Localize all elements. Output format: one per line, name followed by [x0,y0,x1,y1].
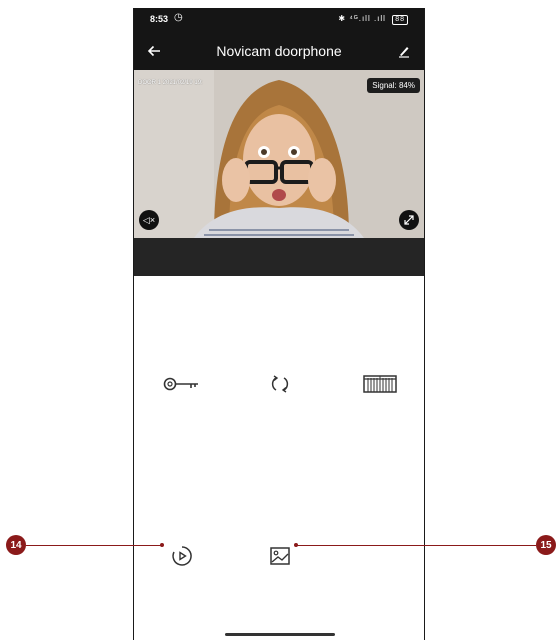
signal-indicators: ✱ ⁴ᴳ.ıll .ıll [338,14,386,23]
video-feed[interactable]: DOOR 1 2021/02/19 19: Signal: 84% ◁× [134,70,424,238]
video-toolbar [134,238,424,276]
back-button[interactable] [140,37,168,65]
mute-button[interactable]: ◁× [139,210,159,230]
callout-15-badge: 15 [536,535,556,555]
callout-14-line [26,545,161,546]
battery-icon: 88 [392,15,408,25]
gallery-button[interactable] [255,536,305,576]
key-icon [163,377,198,391]
callout-15-dot [294,543,298,547]
refresh-icon [271,375,289,393]
video-timestamp: DOOR 1 2021/02/19 19: [138,80,203,86]
switch-camera-button[interactable] [255,364,305,404]
alarm-icon: ◷ [174,12,183,23]
callout-14-badge: 14 [6,535,26,555]
page-title: Novicam doorphone [216,43,342,59]
open-gate-button[interactable] [355,364,405,404]
signal-badge: Signal: 84% [367,78,420,93]
speaker-mute-icon: ◁× [142,214,156,225]
arrow-left-icon [147,45,160,57]
fullscreen-icon [404,215,414,225]
unlock-door-button[interactable] [157,364,207,404]
controls-grid [134,276,424,640]
pencil-icon [399,47,409,58]
home-indicator[interactable] [225,633,335,636]
status-indicators: ✱ ⁴ᴳ.ıll .ıll 88 [338,14,408,25]
app-bar: Novicam doorphone [134,32,424,70]
playback-icon [172,546,192,566]
image-icon [270,547,290,565]
gate-icon [363,375,397,393]
camera-image [134,70,424,238]
fullscreen-button[interactable] [399,210,419,230]
status-time: 8:53 [150,14,169,24]
callout-15-line [296,545,536,546]
playback-button[interactable] [157,536,207,576]
status-bar: 8:53 ◷ ✱ ⁴ᴳ.ıll .ıll 88 [134,8,424,32]
callout-14-dot [160,543,164,547]
edit-button[interactable] [390,37,418,65]
